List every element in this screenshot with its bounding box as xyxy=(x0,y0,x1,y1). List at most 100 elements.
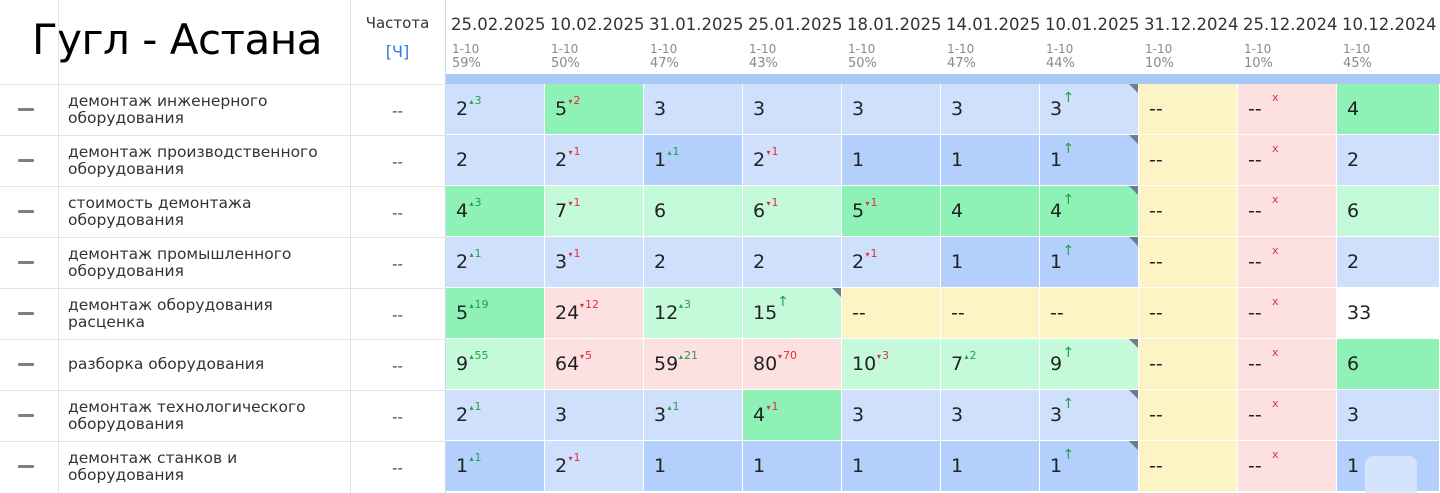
date-column-header[interactable]: 10.01.2025 1-10 44% xyxy=(1040,0,1139,74)
date-column-header[interactable]: 10.02.2025 1-10 50% xyxy=(545,0,644,74)
position-cell[interactable]: 3 xyxy=(941,390,1040,441)
remove-keyword-icon[interactable] xyxy=(18,159,34,162)
position-cell[interactable]: 3 xyxy=(743,84,842,135)
position-cell[interactable]: 6 xyxy=(1337,339,1440,390)
position-cell[interactable]: 2 ▴1 xyxy=(446,390,545,441)
position-cell[interactable]: 2 xyxy=(644,237,743,288)
position-change: 5 xyxy=(585,349,593,362)
position-cell[interactable]: 7 ▾1 xyxy=(545,186,644,237)
position-cell[interactable]: 2 xyxy=(1337,135,1440,186)
remove-keyword-icon[interactable] xyxy=(18,465,34,468)
position-cell[interactable]: -- x xyxy=(1238,390,1337,441)
position-cell[interactable]: 6 xyxy=(1337,186,1440,237)
position-cell[interactable]: -- x xyxy=(1238,288,1337,339)
position-cell[interactable]: -- x xyxy=(1238,441,1337,492)
position-cell[interactable]: 9 ↑ xyxy=(1040,339,1139,390)
position-cell[interactable]: -- xyxy=(1139,390,1238,441)
position-cell[interactable]: -- xyxy=(1139,441,1238,492)
position-cell[interactable]: -- xyxy=(1139,339,1238,390)
position-cell[interactable]: 6 xyxy=(644,186,743,237)
position-cell[interactable]: 9 ▴55 xyxy=(446,339,545,390)
position-cell[interactable]: 4 ▴3 xyxy=(446,186,545,237)
position-cell[interactable]: -- xyxy=(1139,186,1238,237)
position-cell[interactable]: -- xyxy=(842,288,941,339)
position-cell[interactable]: 7 ▴2 xyxy=(941,339,1040,390)
position-cell[interactable]: 6 ▾1 xyxy=(743,186,842,237)
remove-keyword-icon[interactable] xyxy=(18,210,34,213)
position-cell[interactable]: 2 ▴1 xyxy=(446,237,545,288)
position-cell[interactable]: 1 xyxy=(941,237,1040,288)
remove-keyword-icon[interactable] xyxy=(18,261,34,264)
position-cell[interactable]: 3 ↑ xyxy=(1040,84,1139,135)
position-cell[interactable]: 1 ↑ xyxy=(1040,441,1139,492)
position-cell[interactable]: 64 ▾5 xyxy=(545,339,644,390)
position-cell[interactable]: 5 ▴19 xyxy=(446,288,545,339)
position-cell[interactable]: 15 ↑ xyxy=(743,288,842,339)
position-cell[interactable]: 5 ▾1 xyxy=(842,186,941,237)
date-column-header[interactable]: 31.01.2025 1-10 47% xyxy=(644,0,743,74)
position-cell[interactable]: 1 xyxy=(941,135,1040,186)
position-cell[interactable]: 33 xyxy=(1337,288,1440,339)
position-cell[interactable]: 1 xyxy=(743,441,842,492)
date-column-header[interactable]: 25.12.2024 1-10 10% xyxy=(1238,0,1337,74)
position-cell[interactable]: 3 xyxy=(842,84,941,135)
position-cell[interactable]: 1 xyxy=(941,441,1040,492)
date-column-header[interactable]: 14.01.2025 1-10 47% xyxy=(941,0,1040,74)
position-cell[interactable]: 5 ▾2 xyxy=(545,84,644,135)
position-cell[interactable]: 4 xyxy=(1337,84,1440,135)
remove-keyword-icon[interactable] xyxy=(18,363,34,366)
position-cell[interactable]: -- x xyxy=(1238,84,1337,135)
position-cell[interactable]: -- x xyxy=(1238,339,1337,390)
position-cell[interactable]: 2 xyxy=(743,237,842,288)
position-cell[interactable]: 3 xyxy=(941,84,1040,135)
position-cell[interactable]: 4 ↑ xyxy=(1040,186,1139,237)
position-cell[interactable]: -- xyxy=(1139,135,1238,186)
date-column-header[interactable]: 18.01.2025 1-10 50% xyxy=(842,0,941,74)
position-cell[interactable]: 1 ↑ xyxy=(1040,237,1139,288)
position-cell[interactable]: -- xyxy=(1040,288,1139,339)
position-cell[interactable]: 2 ▾1 xyxy=(545,135,644,186)
position-cell[interactable]: 1 ▴1 xyxy=(446,441,545,492)
position-cell[interactable]: 1 ▴1 xyxy=(644,135,743,186)
position-cell[interactable]: 2 ▾1 xyxy=(842,237,941,288)
position-cell[interactable]: 2 xyxy=(446,135,545,186)
position-cell[interactable]: -- xyxy=(1139,288,1238,339)
position-cell[interactable]: 3 ↑ xyxy=(1040,390,1139,441)
position-cell[interactable]: -- xyxy=(941,288,1040,339)
position-cell[interactable]: 2 ▴3 xyxy=(446,84,545,135)
remove-keyword-icon[interactable] xyxy=(18,312,34,315)
frequency-mode-link[interactable]: [Ч] xyxy=(350,42,445,61)
position-cell[interactable]: 3 xyxy=(644,84,743,135)
position-cell[interactable]: 1 xyxy=(842,135,941,186)
date-column-header[interactable]: 25.02.2025 1-10 59% xyxy=(446,0,545,74)
position-cell[interactable]: 12 ▴3 xyxy=(644,288,743,339)
position-cell[interactable]: 80 ▾70 xyxy=(743,339,842,390)
date-column-header[interactable]: 10.12.2024 1-10 45% xyxy=(1337,0,1440,74)
position-cell[interactable]: 2 ▾1 xyxy=(545,441,644,492)
position-cell[interactable]: -- x xyxy=(1238,237,1337,288)
position-cell[interactable]: 3 ▴1 xyxy=(644,390,743,441)
position-cell[interactable]: 3 xyxy=(1337,390,1440,441)
position-cell[interactable]: 2 ▾1 xyxy=(743,135,842,186)
remove-keyword-icon[interactable] xyxy=(18,414,34,417)
position-cell[interactable]: 2 xyxy=(1337,237,1440,288)
position-cell[interactable]: 10 ▾3 xyxy=(842,339,941,390)
position-cell[interactable]: -- xyxy=(1139,237,1238,288)
position-cell[interactable]: 1 ↑ xyxy=(1040,135,1139,186)
position-cell[interactable]: 4 xyxy=(941,186,1040,237)
position-cell[interactable]: 3 ▾1 xyxy=(545,237,644,288)
position-cell[interactable]: 1 xyxy=(842,441,941,492)
position-cell[interactable]: 4 ▾1 xyxy=(743,390,842,441)
scroll-to-top-button[interactable] xyxy=(1365,456,1417,493)
position-cell[interactable]: 24 ▾12 xyxy=(545,288,644,339)
position-cell[interactable]: 3 xyxy=(545,390,644,441)
position-cell[interactable]: 59 ▴21 xyxy=(644,339,743,390)
position-cell[interactable]: 3 xyxy=(842,390,941,441)
date-column-header[interactable]: 31.12.2024 1-10 10% xyxy=(1139,0,1238,74)
position-cell[interactable]: -- x xyxy=(1238,186,1337,237)
remove-keyword-icon[interactable] xyxy=(18,108,34,111)
position-cell[interactable]: 1 xyxy=(644,441,743,492)
position-cell[interactable]: -- xyxy=(1139,84,1238,135)
position-cell[interactable]: -- x xyxy=(1238,135,1337,186)
date-column-header[interactable]: 25.01.2025 1-10 43% xyxy=(743,0,842,74)
